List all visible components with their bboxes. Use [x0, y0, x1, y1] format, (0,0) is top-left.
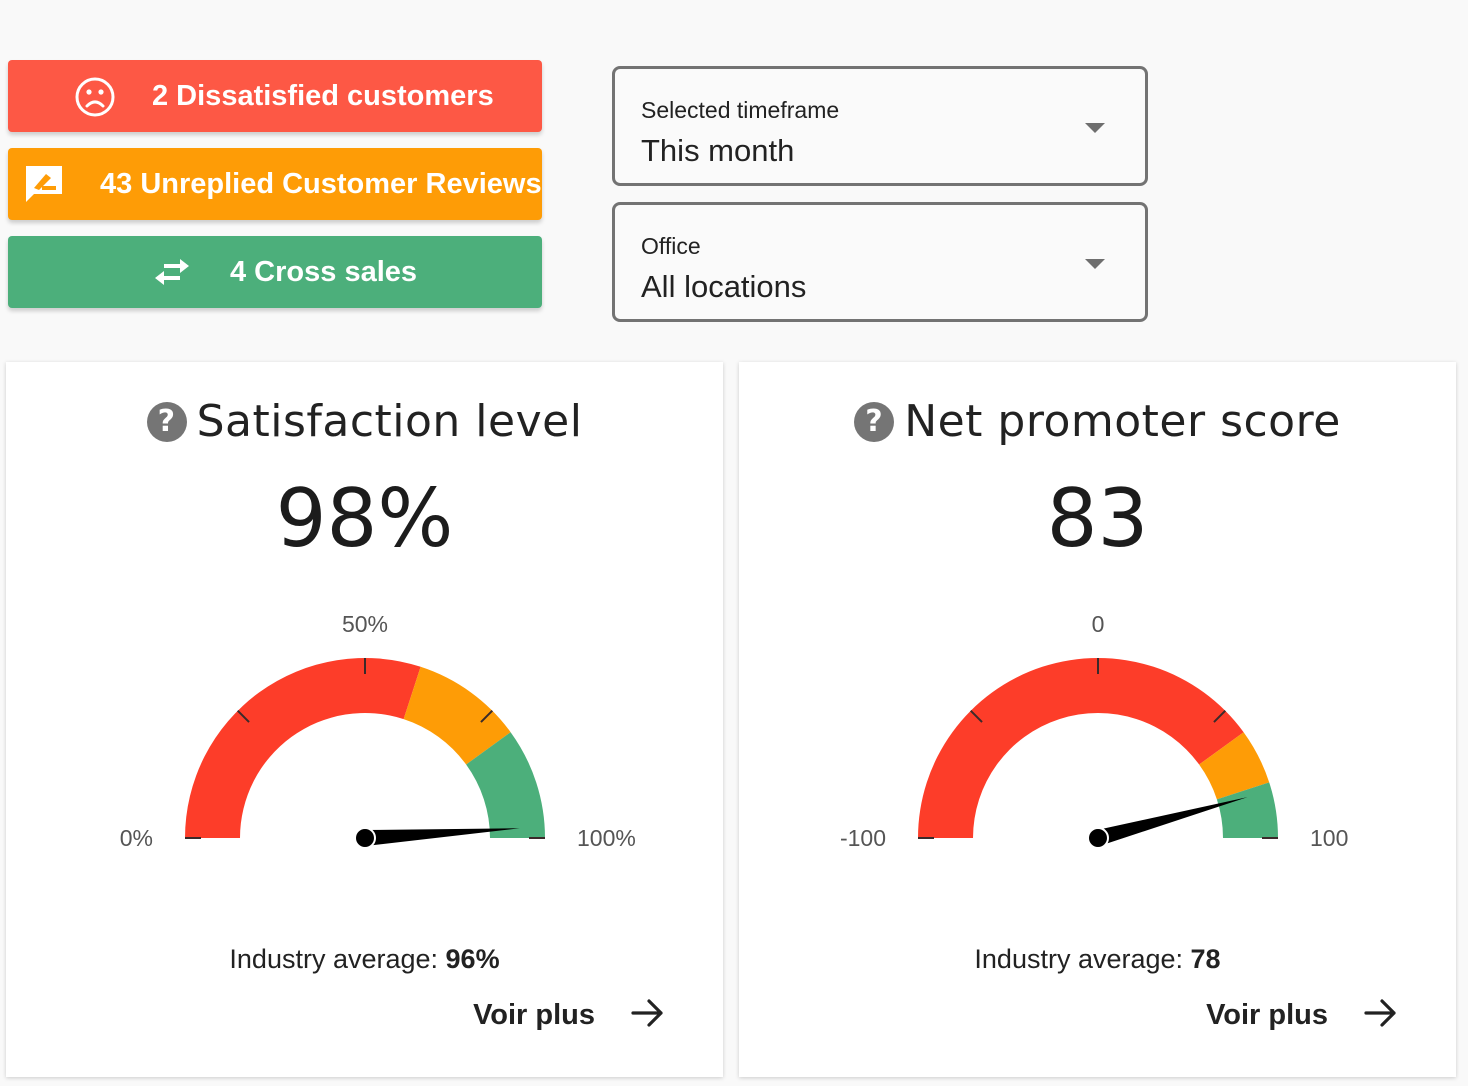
satisfaction-gauge: 0% 100% 50%: [120, 611, 636, 851]
sad-face-icon: [74, 76, 116, 118]
nps-title-text: Net promoter score: [904, 396, 1341, 447]
gauge-mid-label: 50%: [342, 611, 388, 637]
satisfaction-value: 98%: [275, 472, 454, 565]
nps-gauge: -100 100 0: [840, 611, 1348, 851]
nps-see-more-link[interactable]: Voir plus: [1206, 998, 1398, 1033]
gauge-max-label: 100%: [577, 825, 636, 851]
office-select-value: All locations: [641, 269, 807, 304]
satisfaction-title: ? Satisfaction level: [6, 396, 723, 447]
timeframe-select-label: Selected timeframe: [641, 97, 840, 123]
nps-card: ? Net promoter score 83 -100 100 0 Industr…: [739, 362, 1456, 1077]
gauge-min-label: -100: [840, 825, 886, 851]
timeframe-select-value: This month: [641, 133, 795, 168]
satisfaction-industry-average: Industry average: 96%: [6, 944, 723, 975]
industry-average-label: Industry average:: [229, 944, 446, 974]
nps-value: 83: [1046, 472, 1149, 565]
satisfaction-see-more-link[interactable]: Voir plus: [473, 998, 665, 1033]
dropdown-arrow-icon: [1085, 259, 1105, 269]
arrow-right-icon: [1364, 998, 1398, 1033]
see-more-label: Voir plus: [1206, 999, 1328, 1031]
swap-arrows-icon: [152, 256, 192, 288]
see-more-label: Voir plus: [473, 999, 595, 1031]
gauge-needle-hub: [354, 827, 376, 849]
gauge-mid-label: 0: [1092, 611, 1105, 637]
cross-sales-label: 4 Cross sales: [230, 255, 418, 288]
gauge-needle-hub: [1087, 827, 1109, 849]
satisfaction-title-text: Satisfaction level: [196, 396, 583, 447]
rate-review-icon: [22, 162, 66, 206]
office-select[interactable]: Office All locations: [612, 202, 1148, 322]
gauge-max-label: 100: [1310, 825, 1348, 851]
help-icon[interactable]: ?: [146, 401, 187, 442]
satisfaction-card: ? Satisfaction level 98% 0% 100% 50% Indus…: [6, 362, 723, 1077]
unreplied-reviews-button[interactable]: 43 Unreplied Customer Reviews: [8, 148, 542, 220]
dissatisfied-customers-label: 2 Dissatisfied customers: [152, 79, 494, 112]
industry-average-value: 96%: [445, 944, 500, 974]
dropdown-arrow-icon: [1085, 123, 1105, 133]
cross-sales-button[interactable]: 4 Cross sales: [8, 236, 542, 308]
arrow-right-icon: [631, 998, 665, 1033]
gauge-band-0: [185, 658, 421, 838]
office-select-label: Office: [641, 233, 701, 259]
gauge-min-label: 0%: [120, 825, 153, 851]
timeframe-select[interactable]: Selected timeframe This month: [612, 66, 1148, 186]
unreplied-reviews-label: 43 Unreplied Customer Reviews: [100, 167, 542, 200]
nps-title: ? Net promoter score: [739, 396, 1456, 447]
nps-industry-average: Industry average: 78: [739, 944, 1456, 975]
industry-average-value: 78: [1190, 944, 1221, 974]
industry-average-label: Industry average:: [974, 944, 1191, 974]
help-icon[interactable]: ?: [854, 401, 895, 442]
dissatisfied-customers-button[interactable]: 2 Dissatisfied customers: [8, 60, 542, 132]
